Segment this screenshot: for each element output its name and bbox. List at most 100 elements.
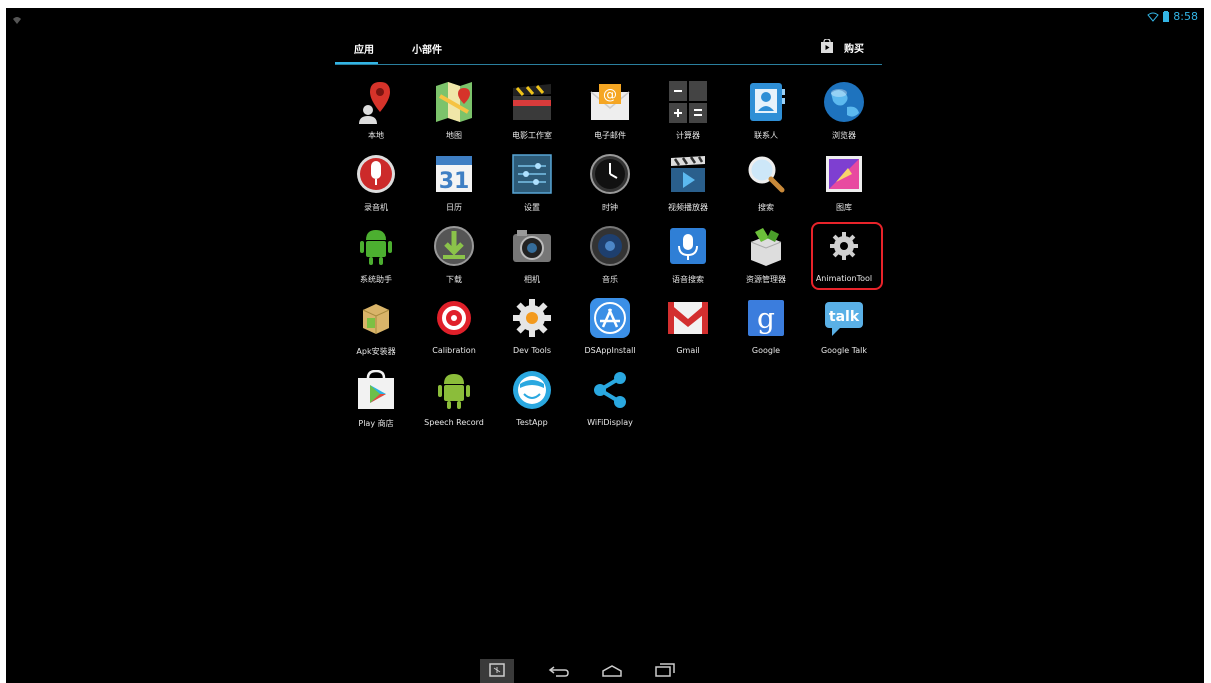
status-bar: 8:58 [1147, 9, 1198, 23]
android-robot-icon [354, 224, 398, 268]
app-label: 录音机 [364, 203, 388, 212]
screenshot-icon [489, 662, 505, 681]
file-box-icon [744, 224, 788, 268]
app-camera[interactable]: 相机 [495, 222, 569, 292]
app-label: 日历 [446, 203, 462, 212]
app-label: 语音搜索 [672, 275, 704, 284]
wifi-status-icon [12, 10, 22, 24]
app-label: 浏览器 [832, 131, 856, 140]
calculator-icon [666, 80, 710, 124]
app-play-store[interactable]: Play 商店 [339, 366, 413, 436]
email-envelope-icon: @ [588, 80, 632, 124]
talk-text: talk [829, 309, 860, 325]
app-label: Google [751, 346, 781, 355]
app-file-manager[interactable]: 资源管理器 [729, 222, 803, 292]
app-testapp[interactable]: TestApp [495, 366, 569, 436]
app-video-player[interactable]: 视频播放器 [651, 150, 725, 220]
dev-tools-gear-icon [510, 296, 554, 340]
google-search-icon: g [744, 296, 788, 340]
selection-highlight [811, 222, 883, 290]
app-grid: 本地 地图 电影工作室 @ 电子邮件 计算器 联系人 浏览器 录音机 31 日历… [339, 78, 879, 428]
screenshot-button[interactable] [480, 659, 514, 683]
store-button[interactable]: 购买 [820, 38, 864, 57]
app-label: Gmail [676, 346, 700, 355]
app-label: WiFiDisplay [587, 418, 633, 427]
settings-sliders-icon [510, 152, 554, 196]
app-label: Speech Record [424, 418, 484, 427]
app-label: 本地 [368, 131, 384, 140]
app-label: 设置 [524, 203, 540, 212]
app-wifidisplay[interactable]: WiFiDisplay [573, 366, 647, 436]
globe-icon [822, 80, 866, 124]
app-maps[interactable]: 地图 [417, 78, 491, 148]
app-downloads[interactable]: 下载 [417, 222, 491, 292]
microphone-recorder-icon [354, 152, 398, 196]
app-local[interactable]: 本地 [339, 78, 413, 148]
app-apk-installer[interactable]: Apk安装器 [339, 294, 413, 364]
clock: 8:58 [1173, 9, 1198, 23]
google-letter: g [757, 302, 775, 335]
app-recorder[interactable]: 录音机 [339, 150, 413, 220]
calendar-day: 31 [439, 169, 470, 194]
app-email[interactable]: @ 电子邮件 [573, 78, 647, 148]
gmail-icon [666, 296, 710, 340]
map-icon [432, 80, 476, 124]
android-robot-icon [432, 368, 476, 412]
app-google[interactable]: g Google [729, 294, 803, 364]
camera-icon [510, 224, 554, 268]
app-system-assistant[interactable]: 系统助手 [339, 222, 413, 292]
app-movie-studio[interactable]: 电影工作室 [495, 78, 569, 148]
home-button[interactable] [595, 659, 629, 683]
navigation-bar [480, 659, 680, 683]
app-label: 联系人 [754, 131, 778, 140]
clapperboard-icon [510, 80, 554, 124]
home-icon [601, 662, 623, 681]
app-browser[interactable]: 浏览器 [807, 78, 881, 148]
tab-widgets[interactable]: 小部件 [412, 41, 442, 56]
app-music[interactable]: 音乐 [573, 222, 647, 292]
app-label: 图库 [836, 203, 852, 212]
app-label: 电影工作室 [512, 131, 552, 140]
contacts-icon [744, 80, 788, 124]
video-player-icon [666, 152, 710, 196]
app-calibration[interactable]: Calibration [417, 294, 491, 364]
app-label: DSAppInstall [584, 346, 636, 355]
app-contacts[interactable]: 联系人 [729, 78, 803, 148]
app-calculator[interactable]: 计算器 [651, 78, 725, 148]
app-search[interactable]: 搜索 [729, 150, 803, 220]
app-speech-record[interactable]: Speech Record [417, 366, 491, 436]
android-screen: 8:58 应用 小部件 购买 本地 地图 电影工作室 @ 电子邮件 计算器 联系… [6, 8, 1204, 683]
app-gallery[interactable]: 图库 [807, 150, 881, 220]
app-google-talk[interactable]: talk Google Talk [807, 294, 881, 364]
voice-microphone-icon [666, 224, 710, 268]
battery-icon [1163, 8, 1170, 26]
app-settings[interactable]: 设置 [495, 150, 569, 220]
recent-apps-button[interactable] [648, 659, 682, 683]
download-icon [432, 224, 476, 268]
tab-apps[interactable]: 应用 [354, 41, 374, 56]
app-clock[interactable]: 时钟 [573, 150, 647, 220]
recent-apps-icon [655, 662, 675, 681]
app-dsappinstall[interactable]: DSAppInstall [573, 294, 647, 364]
app-label: 相机 [524, 275, 540, 284]
store-label: 购买 [844, 44, 864, 55]
app-voice-search[interactable]: 语音搜索 [651, 222, 725, 292]
play-store-bag-icon [354, 368, 398, 412]
package-box-icon [354, 296, 398, 340]
tab-divider [335, 64, 882, 65]
gallery-icon [822, 152, 866, 196]
app-label: Calibration [432, 346, 476, 355]
app-label: 资源管理器 [746, 275, 786, 284]
app-calendar[interactable]: 31 日历 [417, 150, 491, 220]
app-label: 时钟 [602, 203, 618, 212]
app-gmail[interactable]: Gmail [651, 294, 725, 364]
back-button[interactable] [542, 659, 576, 683]
share-icon [588, 368, 632, 412]
app-dev-tools[interactable]: Dev Tools [495, 294, 569, 364]
testapp-face-icon [510, 368, 554, 412]
app-label: Apk安装器 [356, 347, 396, 356]
wifi-icon [1147, 8, 1160, 26]
app-label: 系统助手 [360, 275, 392, 284]
app-label: 地图 [446, 131, 462, 140]
app-label: 电子邮件 [594, 131, 626, 140]
